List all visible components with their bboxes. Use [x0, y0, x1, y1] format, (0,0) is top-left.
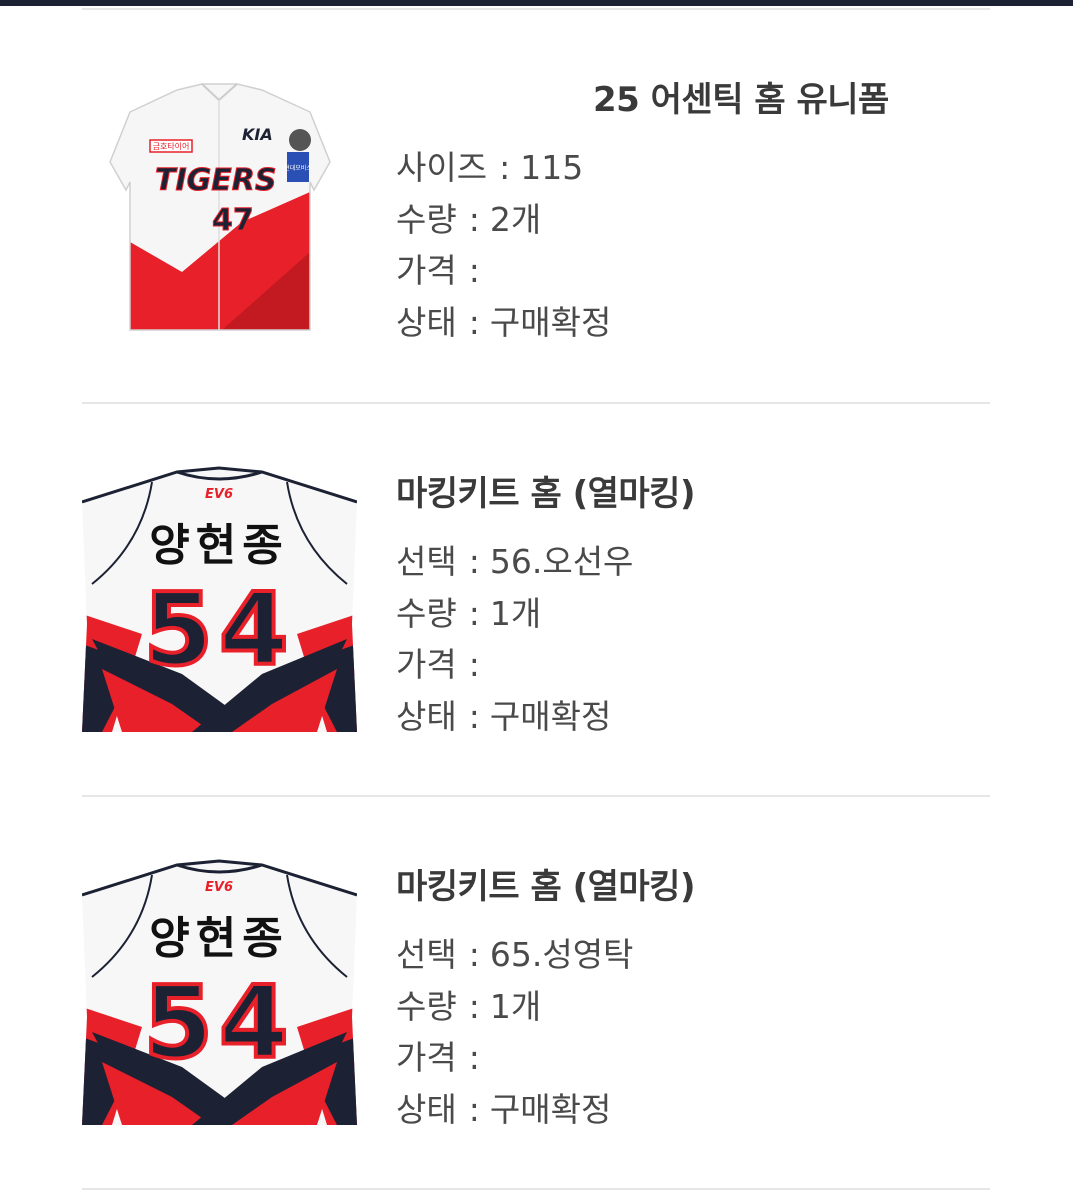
detail-sep: :	[468, 645, 480, 684]
jersey-brand-text: TIGERS	[155, 163, 276, 198]
jersey-number: 54	[143, 964, 294, 1081]
detail-row-quantity: 수량:1개	[396, 588, 633, 640]
detail-label: 상태	[396, 302, 457, 342]
detail-label: 가격	[396, 251, 457, 290]
detail-label: 상태	[396, 696, 457, 736]
order-item-3[interactable]: EV6 양현종 54 마킹키트 홈 (열마킹) 선택:65.성영탁 수량:1개 …	[0, 797, 1073, 1189]
detail-row-price: 가격:	[396, 1032, 633, 1084]
detail-value: 구매확정	[489, 302, 612, 342]
patch-text: 금호타이어	[153, 141, 190, 151]
detail-value: 1개	[489, 986, 542, 1026]
sponsor-text: KIA	[242, 125, 273, 144]
jersey-front-image: 금호타이어 KIA TIGERS 47 현대모비스	[109, 83, 331, 331]
detail-value: 1개	[489, 593, 542, 633]
detail-row-status: 상태: 구매확정	[396, 691, 633, 743]
detail-row-selection: 선택:65.성영탁	[396, 929, 633, 981]
detail-label: 상태	[396, 1089, 457, 1129]
detail-label: 수량	[396, 199, 457, 239]
detail-sep: :	[468, 986, 480, 1026]
jersey-logo-text: EV6	[205, 880, 233, 895]
detail-value: 115	[520, 148, 584, 187]
detail-row-quantity: 수량:1개	[396, 981, 633, 1033]
detail-label: 사이즈	[396, 148, 488, 187]
detail-row-size: 사이즈:115	[396, 142, 611, 194]
item-title: 25 어센틱 홈 유니폼	[593, 80, 889, 120]
detail-sep: :	[468, 1089, 480, 1129]
jersey-back-image: EV6 양현종 54	[82, 466, 357, 732]
detail-sep: :	[499, 148, 511, 187]
item-details: 사이즈:115 수량:2개 가격: 상태: 구매확정	[396, 142, 611, 348]
detail-sep: :	[468, 251, 480, 290]
jersey-number: 47	[212, 203, 254, 238]
detail-sep: :	[468, 696, 480, 736]
divider	[82, 1188, 990, 1190]
detail-sep: :	[468, 542, 480, 581]
jersey-number: 54	[143, 571, 294, 688]
order-item-1[interactable]: 금호타이어 KIA TIGERS 47 현대모비스 25 어센틱 홈 유니폼 사…	[0, 10, 1073, 402]
sleeve-badge-text: 현대모비스	[284, 164, 312, 172]
jersey-name-text: 양현종	[149, 913, 288, 964]
top-bar	[0, 0, 1073, 6]
detail-label: 가격	[396, 645, 457, 684]
item-title: 마킹키트 홈 (열마킹)	[396, 474, 696, 514]
detail-row-quantity: 수량:2개	[396, 194, 611, 246]
jersey-logo-text: EV6	[205, 487, 233, 502]
detail-sep: :	[468, 1038, 480, 1077]
jersey-name-text: 양현종	[149, 520, 288, 571]
detail-label: 가격	[396, 1038, 457, 1077]
detail-label: 수량	[396, 593, 457, 633]
detail-value: 2개	[489, 199, 542, 239]
detail-label: 수량	[396, 986, 457, 1026]
order-item-2[interactable]: EV6 양현종 54 마킹키트 홈 (열마킹) 선택:56.오선우 수량:1개 …	[0, 404, 1073, 796]
item-title: 마킹키트 홈 (열마킹)	[396, 867, 696, 907]
item-details: 선택:65.성영탁 수량:1개 가격: 상태: 구매확정	[396, 929, 633, 1135]
detail-value: 56.오선우	[489, 542, 634, 581]
detail-row-price: 가격:	[396, 245, 611, 297]
detail-row-price: 가격:	[396, 639, 633, 691]
detail-label: 선택	[396, 935, 457, 974]
detail-value: 구매확정	[489, 696, 612, 736]
detail-row-status: 상태: 구매확정	[396, 297, 611, 349]
detail-sep: :	[468, 593, 480, 633]
detail-label: 선택	[396, 542, 457, 581]
detail-sep: :	[468, 302, 480, 342]
detail-sep: :	[468, 935, 480, 974]
detail-value: 구매확정	[489, 1089, 612, 1129]
detail-row-selection: 선택:56.오선우	[396, 536, 633, 588]
detail-value: 65.성영탁	[489, 935, 634, 974]
detail-row-status: 상태: 구매확정	[396, 1084, 633, 1136]
detail-sep: :	[468, 199, 480, 239]
jersey-back-image: EV6 양현종 54	[82, 859, 357, 1125]
item-details: 선택:56.오선우 수량:1개 가격: 상태: 구매확정	[396, 536, 633, 742]
